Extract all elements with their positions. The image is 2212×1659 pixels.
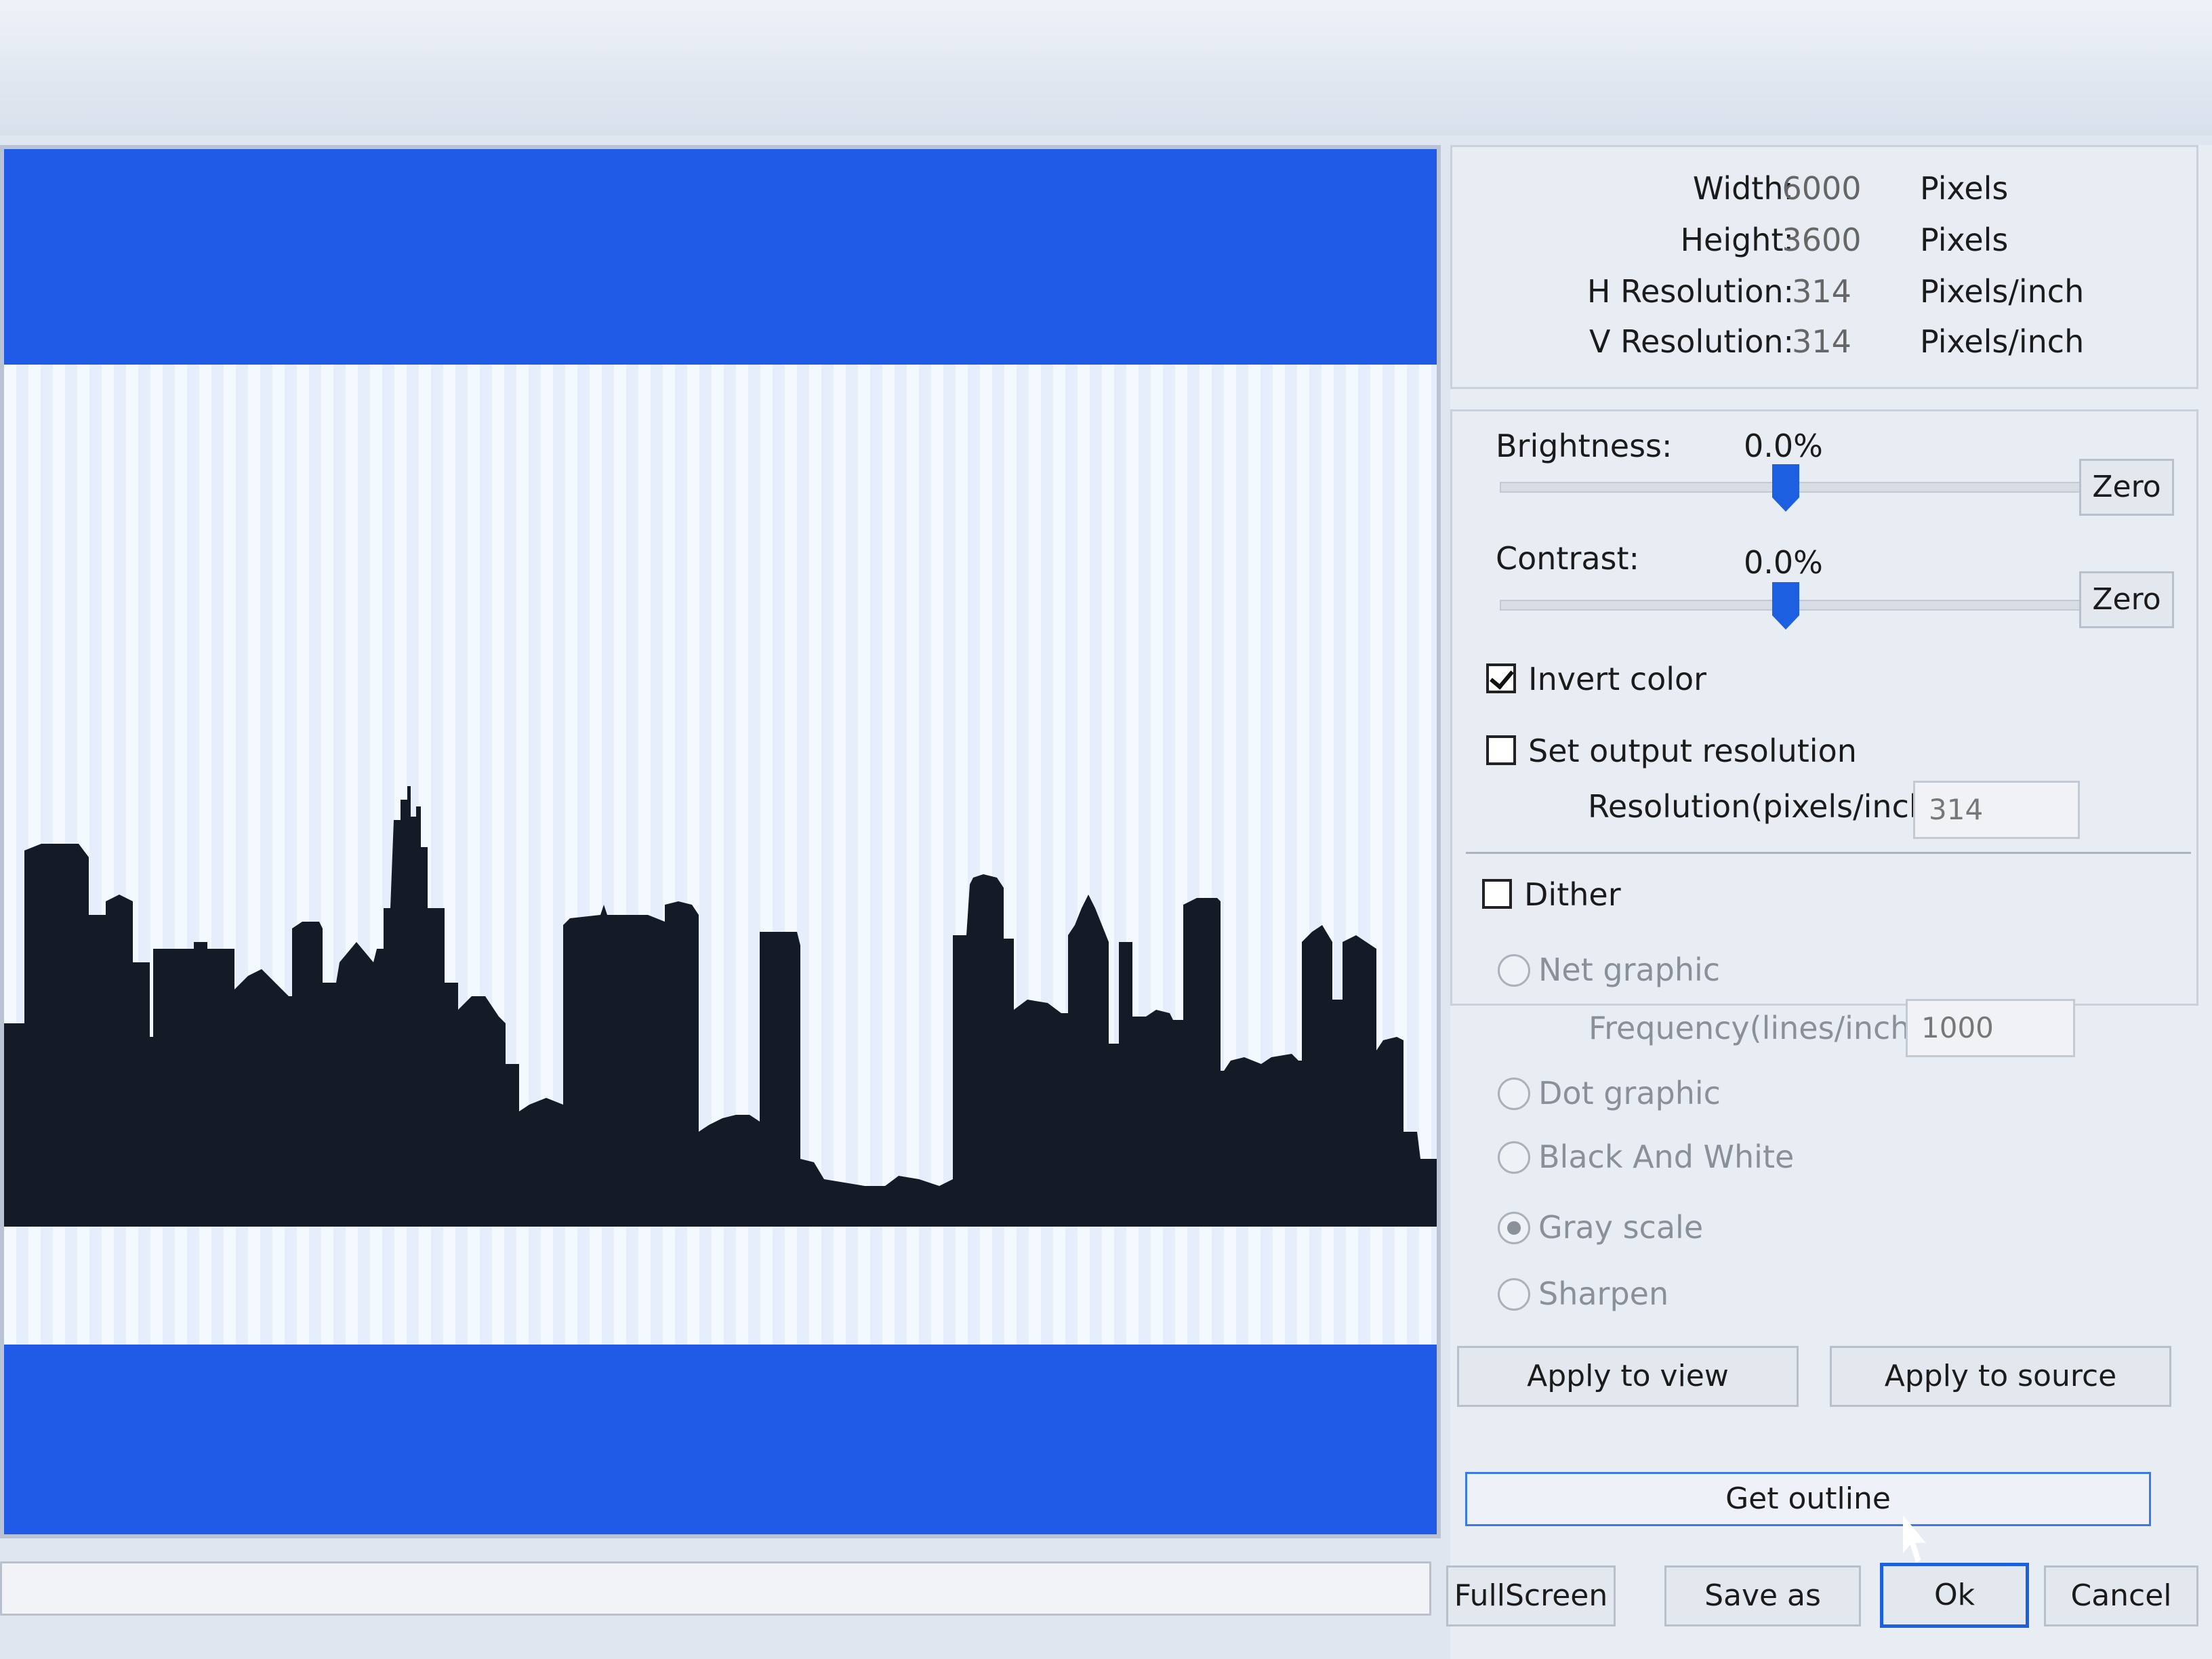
contrast-label: Contrast: (1496, 540, 1640, 577)
brightness-zero-button[interactable]: Zero (2079, 459, 2174, 516)
h-resolution-unit: Pixels/inch (1920, 273, 2085, 310)
net-graphic-radio[interactable] (1498, 954, 1530, 987)
v-resolution-value: 314 (1792, 323, 1851, 360)
brightness-value: 0.0% (1744, 428, 1823, 464)
invert-color-label[interactable]: Invert color (1528, 661, 1706, 697)
v-resolution-unit: Pixels/inch (1920, 323, 2085, 360)
resolution-input[interactable]: 314 (1913, 781, 2080, 839)
preview-top-blue-band (4, 149, 1437, 365)
v-resolution-label: V Resolution: (1589, 323, 1794, 360)
contrast-slider-thumb[interactable] (1772, 582, 1799, 630)
height-unit: Pixels (1920, 222, 2009, 258)
brightness-slider-thumb[interactable] (1772, 464, 1799, 512)
h-resolution-value: 314 (1792, 273, 1851, 310)
info-row-height: Height: 3600 Pixels (1452, 222, 2200, 269)
info-row-v-resolution: V Resolution: 314 Pixels/inch (1452, 323, 2200, 371)
apply-to-source-button[interactable]: Apply to source (1830, 1346, 2171, 1407)
status-bar (0, 1561, 1431, 1616)
settings-panel: Width: 6000 Pixels Height: 3600 Pixels H… (1450, 145, 2212, 1659)
info-row-h-resolution: H Resolution: 314 Pixels/inch (1452, 273, 2200, 321)
sharpen-label: Sharpen (1538, 1275, 1669, 1312)
frequency-input[interactable]: 1000 (1906, 999, 2075, 1057)
dither-label[interactable]: Dither (1524, 876, 1621, 913)
brightness-label: Brightness: (1496, 428, 1673, 464)
image-info-group: Width: 6000 Pixels Height: 3600 Pixels H… (1450, 145, 2198, 389)
dot-graphic-label: Dot graphic (1538, 1075, 1721, 1111)
info-row-width: Width: 6000 Pixels (1452, 170, 2200, 218)
sharpen-radio[interactable] (1498, 1278, 1530, 1311)
resolution-label: Resolution(pixels/inch) (1588, 788, 1941, 825)
set-output-resolution-label[interactable]: Set output resolution (1528, 733, 1857, 769)
fullscreen-button[interactable]: FullScreen (1446, 1565, 1616, 1626)
gray-scale-label: Gray scale (1538, 1209, 1704, 1246)
contrast-zero-button[interactable]: Zero (2079, 571, 2174, 628)
dither-checkbox[interactable] (1482, 879, 1512, 909)
set-output-resolution-checkbox[interactable] (1486, 735, 1516, 765)
gray-scale-radio[interactable] (1498, 1212, 1530, 1244)
cancel-button[interactable]: Cancel (2044, 1565, 2198, 1626)
black-and-white-radio[interactable] (1498, 1141, 1530, 1174)
h-resolution-label: H Resolution: (1586, 273, 1794, 310)
ok-button[interactable]: Ok (1880, 1563, 2029, 1628)
contrast-value: 0.0% (1744, 544, 1823, 581)
contrast-slider[interactable] (1500, 582, 2153, 630)
black-and-white-label: Black And White (1538, 1139, 1795, 1175)
apply-to-view-button[interactable]: Apply to view (1457, 1346, 1799, 1407)
preview-bottom-blue-band (4, 1345, 1437, 1534)
window-top-band (0, 0, 2212, 136)
options-divider (1466, 852, 2191, 854)
dot-graphic-radio[interactable] (1498, 1078, 1530, 1110)
invert-color-checkbox[interactable] (1486, 663, 1516, 693)
height-value: 3600 (1782, 222, 1862, 258)
net-graphic-label: Net graphic (1538, 951, 1721, 988)
frequency-label: Frequency(lines/inch): (1589, 1010, 1933, 1046)
city-skyline-silhouette (4, 786, 1437, 1227)
image-preview (0, 145, 1441, 1538)
get-outline-button[interactable]: Get outline (1465, 1472, 2151, 1526)
width-unit: Pixels (1920, 170, 2009, 207)
save-as-button[interactable]: Save as (1664, 1565, 1861, 1626)
brightness-slider[interactable] (1500, 464, 2153, 512)
adjustments-group: Brightness: 0.0% Zero Contrast: 0.0% Zer… (1450, 409, 2198, 1006)
width-value: 6000 (1782, 170, 1862, 207)
